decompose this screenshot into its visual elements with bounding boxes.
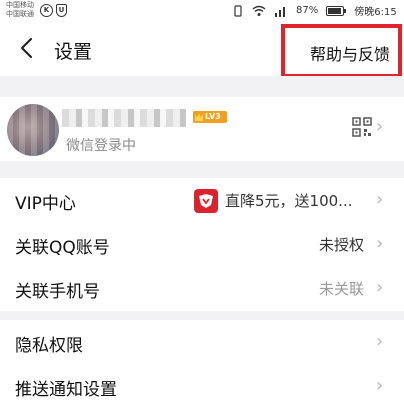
clock: 傍晚6:15 <box>354 7 397 18</box>
chevron-right-icon: › <box>376 331 384 352</box>
status-icons-right: 87% 傍晚6:15 <box>232 3 397 18</box>
qq-status: 未授权 <box>319 236 365 254</box>
help-feedback-button[interactable]: 帮助与反馈 <box>281 24 402 78</box>
carrier-line-1: 中国移动 <box>6 1 34 9</box>
nfc-icon: K <box>40 4 53 17</box>
vip-icon <box>194 189 218 213</box>
chevron-right-icon: › <box>376 277 384 298</box>
top-bar: 设置 帮助与反馈 <box>0 24 404 78</box>
row-label-vip: VIP中心 <box>15 194 76 214</box>
row-privacy[interactable]: 隐私权限 › <box>0 320 404 365</box>
row-link-qq[interactable]: 关联QQ账号 未授权 › <box>0 222 404 267</box>
battery-percent: 87% <box>296 5 319 16</box>
carrier-info: 中国移动 中国联通 <box>6 1 34 19</box>
row-label-qq: 关联QQ账号 <box>15 238 110 258</box>
qr-code-icon[interactable] <box>352 117 372 137</box>
level-badge: LV3 <box>193 111 227 123</box>
row-label-push: 推送通知设置 <box>15 380 117 400</box>
row-label-privacy: 隐私权限 <box>15 336 83 356</box>
phone-status: 未关联 <box>319 280 365 298</box>
chevron-right-icon: › <box>376 233 384 254</box>
page-title: 设置 <box>54 41 93 63</box>
signal-icon <box>275 6 285 17</box>
chevron-right-icon: › <box>376 116 384 137</box>
battery-icon <box>326 5 347 16</box>
help-feedback-label: 帮助与反馈 <box>310 45 391 64</box>
carrier-line-2: 中国联通 <box>6 10 34 18</box>
row-push-settings[interactable]: 推送通知设置 › <box>0 364 404 405</box>
vip-promo-text: 直降5元，送100... <box>225 192 353 210</box>
profile-card[interactable]: LV3 微信登录中 › <box>0 97 404 161</box>
section-gap <box>0 311 404 320</box>
status-icons-left: K U <box>40 4 67 17</box>
back-icon[interactable] <box>12 33 42 63</box>
wifi-icon <box>252 5 266 16</box>
chevron-right-icon: › <box>376 189 384 210</box>
shield-icon: U <box>56 4 67 17</box>
row-link-phone[interactable]: 关联手机号 未关联 › <box>0 266 404 311</box>
row-label-phone: 关联手机号 <box>15 282 100 302</box>
vibrate-icon <box>234 4 242 17</box>
chevron-right-icon: › <box>376 375 384 396</box>
row-vip-center[interactable]: VIP中心 直降5元，送100... › <box>0 178 404 223</box>
username-mosaic <box>62 109 186 127</box>
avatar-mosaic <box>7 104 59 156</box>
section-gap <box>0 161 404 178</box>
section-gap <box>0 76 404 97</box>
login-status: 微信登录中 <box>66 138 136 154</box>
status-bar: 中国移动 中国联通 K U 87% 傍晚6:15 <box>0 0 404 24</box>
level-text: LV3 <box>205 112 221 121</box>
crown-icon <box>195 113 203 121</box>
